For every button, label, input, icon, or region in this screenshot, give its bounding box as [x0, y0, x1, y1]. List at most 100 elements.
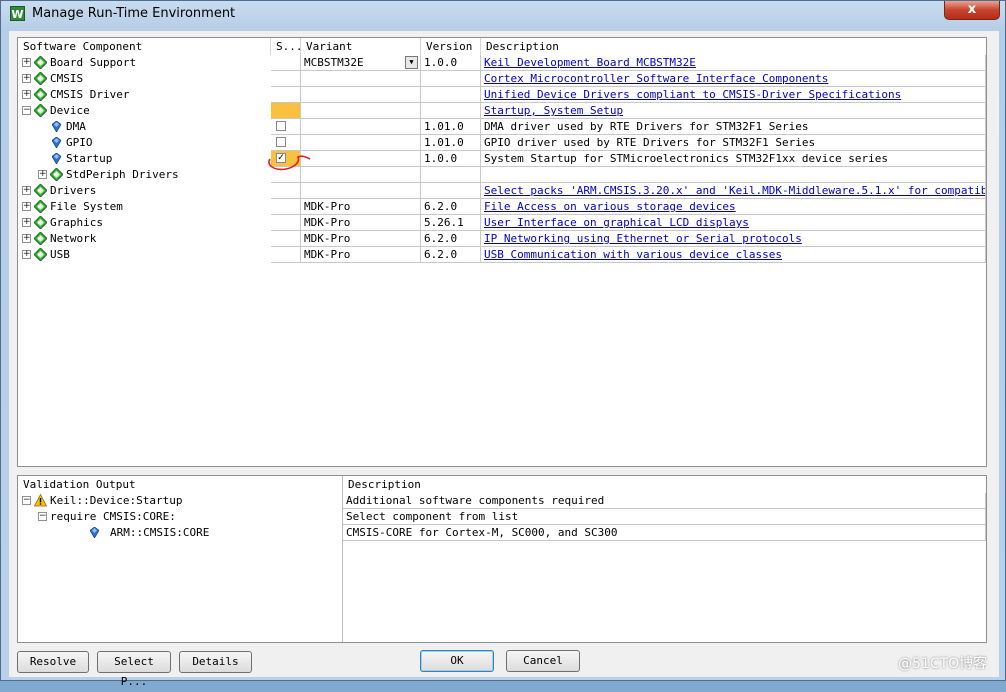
tree-cell[interactable]: DMA — [18, 119, 271, 135]
tree-cell[interactable]: Startup — [18, 151, 271, 167]
table-row-cmsis-driver[interactable]: + CMSIS Driver Unified Device Drivers comp… — [18, 87, 986, 103]
variant-cell — [301, 167, 421, 183]
tree-cell[interactable]: + CMSIS — [18, 71, 271, 87]
description-cell[interactable]: File Access on various storage devices — [481, 199, 986, 215]
variant-cell[interactable]: MDK-Pro — [301, 215, 421, 231]
column-header-validation-output[interactable]: Validation Output — [18, 476, 343, 493]
blue-gem-icon — [52, 153, 61, 164]
validation-tree-cell[interactable]: ARM::CMSIS:CORE — [18, 525, 343, 541]
table-row-dma[interactable]: DMA 1.01.0 DMA driver used by RTE Drivers … — [18, 119, 986, 135]
tree-cell[interactable]: + Network — [18, 231, 271, 247]
select-cell[interactable] — [271, 135, 301, 151]
expand-icon[interactable]: + — [22, 58, 31, 67]
tree-cell[interactable]: + Graphics — [18, 215, 271, 231]
validation-row-arm-cmsis-core[interactable]: ARM::CMSIS:CORE CMSIS-CORE for Cortex-M, … — [18, 525, 986, 541]
table-row-device[interactable]: − Device Startup, System Setup — [18, 103, 986, 119]
description-cell[interactable]: Unified Device Drivers compliant to CMSI… — [481, 87, 986, 103]
component-name: StdPeriph Drivers — [66, 168, 179, 181]
tree-cell[interactable]: + StdPeriph Drivers — [18, 167, 271, 183]
table-row-file-system[interactable]: + File System MDK-Pro 6.2.0 File Access on v… — [18, 199, 986, 215]
expand-icon[interactable]: + — [22, 202, 31, 211]
table-row-usb[interactable]: + USB MDK-Pro 6.2.0 USB Communication with v… — [18, 247, 986, 263]
table-row-startup[interactable]: Startup ✓ 1.0.0 System Startup for STMicroe… — [18, 151, 986, 167]
validation-tree-cell[interactable]: − Keil::Device:Startup — [18, 493, 343, 509]
select-cell[interactable] — [271, 119, 301, 135]
version-cell: 6.2.0 — [421, 247, 481, 263]
table-row-drivers[interactable]: + Drivers Select packs 'ARM.CMSIS.3.20.x' … — [18, 183, 986, 199]
expand-icon[interactable]: + — [22, 250, 31, 259]
component-name: CMSIS Driver — [50, 88, 130, 101]
select-packs-button[interactable]: Select P... — [97, 651, 171, 688]
tree-cell[interactable]: GPIO — [18, 135, 271, 151]
select-cell[interactable] — [271, 183, 301, 199]
select-cell[interactable] — [271, 55, 301, 71]
tree-cell[interactable]: + USB — [18, 247, 271, 263]
expand-icon[interactable]: + — [22, 186, 31, 195]
ok-button[interactable]: OK — [420, 650, 494, 672]
select-cell[interactable] — [271, 71, 301, 87]
select-checkbox[interactable] — [276, 137, 286, 147]
description-cell[interactable]: Startup, System Setup — [481, 103, 986, 119]
validation-output-table[interactable]: Validation Output Description − Keil::Dev… — [17, 475, 987, 643]
collapse-icon[interactable]: − — [22, 106, 31, 115]
expand-icon[interactable]: + — [38, 170, 47, 179]
close-button[interactable]: x — [944, 1, 1000, 20]
select-cell[interactable] — [271, 103, 301, 119]
variant-cell[interactable]: MDK-Pro — [301, 231, 421, 247]
resolve-button[interactable]: Resolve — [17, 651, 89, 673]
collapse-icon[interactable]: − — [22, 496, 31, 505]
select-cell[interactable] — [271, 247, 301, 263]
tree-cell[interactable]: + Drivers — [18, 183, 271, 199]
expand-icon[interactable]: + — [22, 234, 31, 243]
column-header-variant[interactable]: Variant — [301, 38, 421, 55]
expand-icon[interactable]: + — [22, 218, 31, 227]
column-header-select[interactable]: S... — [271, 38, 301, 55]
table-row-network[interactable]: + Network MDK-Pro 6.2.0 IP Networking using … — [18, 231, 986, 247]
description-cell[interactable]: Keil Development Board MCBSTM32E — [481, 55, 986, 71]
details-button[interactable]: Details — [179, 651, 252, 673]
column-header-description[interactable]: Description — [481, 38, 986, 55]
select-cell[interactable] — [271, 215, 301, 231]
table-row-board-support[interactable]: + Board Support MCBSTM32E ▼ 1.0.0 Keil Develo… — [18, 55, 986, 71]
variant-cell[interactable]: MDK-Pro — [301, 247, 421, 263]
column-header-version[interactable]: Version — [421, 38, 481, 55]
tree-cell[interactable]: + CMSIS Driver — [18, 87, 271, 103]
description-cell[interactable]: User Interface on graphical LCD displays — [481, 215, 986, 231]
table-row-gpio[interactable]: GPIO 1.01.0 GPIO driver used by RTE Driver… — [18, 135, 986, 151]
description-cell[interactable]: Select packs 'ARM.CMSIS.3.20.x' and 'Kei… — [481, 183, 986, 199]
table-row-stdperiph-drivers[interactable]: + StdPeriph Drivers — [18, 167, 986, 183]
variant-cell[interactable]: MCBSTM32E ▼ — [301, 55, 421, 71]
title-bar[interactable]: W Manage Run-Time Environment x — [1, 1, 1005, 27]
expand-icon[interactable]: + — [22, 90, 31, 99]
description-cell[interactable]: USB Communication with various device cl… — [481, 247, 986, 263]
green-diamond-icon — [34, 200, 47, 213]
validation-row-require-cmsis-core[interactable]: − require CMSIS:CORE: Select component fro… — [18, 509, 986, 525]
validation-row-keil-device-startup[interactable]: − Keil::Device:Startup Additional software… — [18, 493, 986, 509]
column-header-software-component[interactable]: Software Component — [18, 38, 271, 55]
cancel-button[interactable]: Cancel — [506, 650, 580, 672]
validation-tree-cell[interactable]: − require CMSIS:CORE: — [18, 509, 343, 525]
column-header-validation-description[interactable]: Description — [343, 476, 986, 493]
version-cell — [421, 87, 481, 103]
version-cell: 1.0.0 — [421, 151, 481, 167]
expand-icon[interactable]: + — [22, 74, 31, 83]
variant-dropdown-button[interactable]: ▼ — [405, 56, 418, 69]
components-tree-table[interactable]: Software Component S... Variant Version … — [17, 37, 987, 467]
select-cell[interactable] — [271, 231, 301, 247]
table-row-graphics[interactable]: + Graphics MDK-Pro 5.26.1 User Interface on … — [18, 215, 986, 231]
description-cell[interactable]: IP Networking using Ethernet or Serial p… — [481, 231, 986, 247]
select-cell[interactable] — [271, 87, 301, 103]
description-cell[interactable]: Cortex Microcontroller Software Interfac… — [481, 71, 986, 87]
tree-cell[interactable]: + Board Support — [18, 55, 271, 71]
select-checkbox[interactable] — [276, 121, 286, 131]
tree-cell[interactable]: − Device — [18, 103, 271, 119]
tree-cell[interactable]: + File System — [18, 199, 271, 215]
variant-cell[interactable]: MDK-Pro — [301, 199, 421, 215]
collapse-icon[interactable]: − — [38, 512, 47, 521]
variant-cell — [301, 135, 421, 151]
select-cell[interactable] — [271, 199, 301, 215]
table-row-cmsis[interactable]: + CMSIS Cortex Microcontroller Software In… — [18, 71, 986, 87]
green-diamond-icon — [34, 184, 47, 197]
variant-value: MDK-Pro — [304, 232, 351, 245]
version-cell: 6.2.0 — [421, 231, 481, 247]
